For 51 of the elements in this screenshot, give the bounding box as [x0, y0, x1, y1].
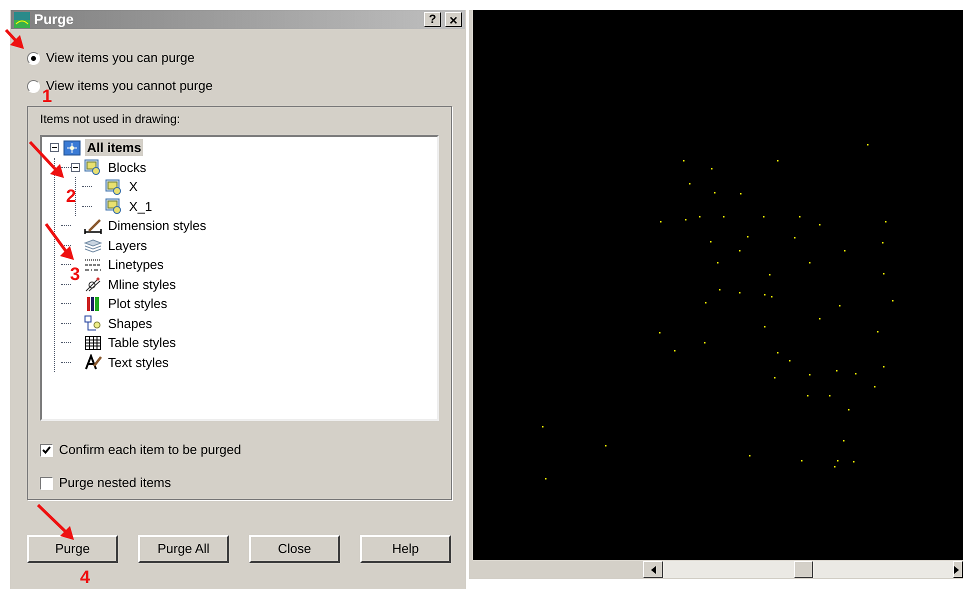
- checkbox-label: Confirm each item to be purged: [59, 441, 242, 460]
- checkbox-label: Purge nested items: [59, 474, 172, 492]
- group-label: Items not used in drawing:: [40, 111, 182, 127]
- scroll-thumb[interactable]: [794, 561, 813, 578]
- tree-item[interactable]: Shapes: [106, 314, 154, 332]
- tree-item[interactable]: Plot styles: [106, 295, 170, 312]
- dimension-icon: [84, 218, 102, 234]
- dialog-button[interactable]: Purge All: [138, 535, 229, 563]
- tree-item[interactable]: Dimension styles: [106, 217, 208, 234]
- app-icon: [14, 12, 30, 28]
- tree-item[interactable]: Layers: [106, 236, 150, 254]
- block-icon: [105, 178, 123, 195]
- tree-item[interactable]: All items: [85, 139, 144, 156]
- text-style-icon: [84, 354, 102, 370]
- table-icon: [84, 334, 102, 351]
- dialog-button[interactable]: Purge: [27, 535, 118, 563]
- help-button[interactable]: ?: [424, 12, 441, 27]
- layers-icon: [84, 237, 102, 254]
- dialog-button[interactable]: Close: [249, 535, 340, 563]
- left-arrow-icon: [650, 566, 656, 574]
- tree-item[interactable]: X_1: [127, 198, 154, 215]
- shapes-icon: [84, 315, 102, 332]
- window-title: Purge: [34, 10, 75, 29]
- tree-item[interactable]: X: [127, 178, 140, 196]
- radio-button[interactable]: [27, 52, 40, 64]
- tree-item[interactable]: Linetypes: [106, 256, 166, 274]
- radio-button[interactable]: [27, 80, 40, 92]
- linetype-icon: [84, 256, 102, 273]
- tree-item[interactable]: Table styles: [106, 334, 178, 352]
- drawing-icon: [63, 140, 81, 156]
- radio-label: View items you can purge: [46, 49, 195, 68]
- right-arrow-icon: [954, 566, 959, 574]
- expander-icon[interactable]: [50, 143, 59, 152]
- annotation-number: 2: [66, 186, 76, 206]
- dialog-button[interactable]: Help: [360, 535, 451, 563]
- scroll-right-button[interactable]: [953, 561, 963, 578]
- checkbox[interactable]: [40, 476, 53, 490]
- block-icon: [84, 159, 102, 176]
- plot-style-icon: [84, 296, 102, 312]
- mline-icon: [84, 276, 102, 292]
- tree-item[interactable]: Text styles: [106, 354, 171, 371]
- checkbox[interactable]: [40, 444, 53, 456]
- tree-item[interactable]: Mline styles: [106, 276, 178, 293]
- block-icon: [105, 198, 123, 214]
- horizontal-scrollbar[interactable]: [469, 560, 963, 579]
- close-button[interactable]: ×: [445, 12, 462, 27]
- annotation-number: 3: [70, 264, 80, 284]
- tree-item[interactable]: Blocks: [106, 158, 148, 176]
- scroll-left-button[interactable]: [643, 561, 663, 578]
- expander-icon[interactable]: [71, 162, 80, 172]
- annotation-number: 4: [80, 567, 90, 587]
